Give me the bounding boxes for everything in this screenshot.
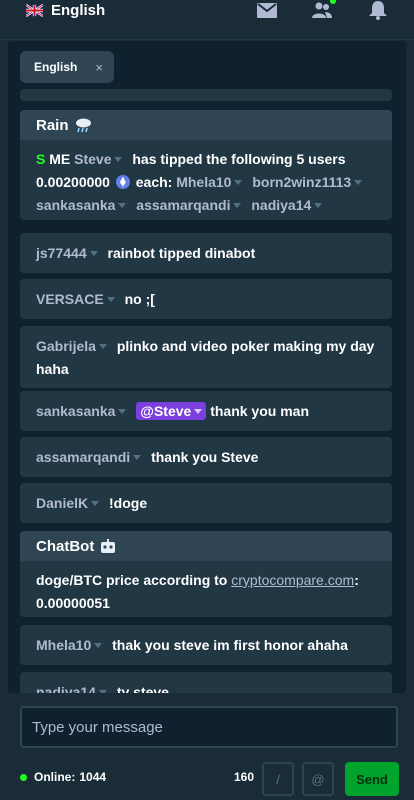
- chatbot-value: 0.00000051: [36, 595, 110, 611]
- message-text: rainbot tipped dinabot: [107, 245, 256, 261]
- robot-icon: [101, 538, 116, 553]
- chevron-down-icon: [234, 179, 243, 185]
- chatbot-text: doge/BTC price according to: [36, 572, 228, 588]
- bell-icon[interactable]: [367, 0, 389, 20]
- chevron-down-icon: [106, 296, 115, 302]
- recipient[interactable]: Mhela10: [176, 174, 231, 190]
- username[interactable]: Mhela10: [36, 637, 91, 653]
- close-tab-icon[interactable]: ×: [95, 60, 103, 75]
- chevron-down-icon: [133, 454, 142, 460]
- chevron-down-icon: [89, 250, 98, 256]
- chatbot-title: ChatBot: [36, 537, 95, 555]
- message-text: thak you steve im first honor ahaha: [112, 637, 348, 653]
- rank-badge: S: [36, 151, 46, 167]
- username[interactable]: DanielK: [36, 495, 88, 511]
- tab-english[interactable]: English ×: [20, 51, 114, 83]
- chatbot-colon: :: [354, 572, 359, 588]
- username[interactable]: VERSACE: [36, 291, 104, 307]
- chat-input[interactable]: Type your message: [20, 706, 398, 748]
- list-item: Gabrijela plinko and video poker making …: [20, 326, 392, 388]
- online-status: Online: 1044: [20, 770, 106, 784]
- language-label: English: [51, 1, 106, 19]
- message-text: thank you Steve: [151, 449, 259, 465]
- chat-input-placeholder: Type your message: [32, 718, 163, 736]
- rain-header: Rain: [20, 110, 392, 140]
- chevron-down-icon: [314, 202, 323, 208]
- list-item: VERSACE no ;[: [20, 279, 392, 319]
- username[interactable]: js77444: [36, 245, 87, 261]
- list-item: Mhela10 thak you steve im first honor ah…: [20, 625, 392, 665]
- message-text: thank you man: [210, 403, 309, 419]
- list-item: nadiya14 ty steve: [20, 672, 392, 693]
- friends-icon[interactable]: [311, 0, 336, 20]
- online-dot-icon: [20, 773, 27, 781]
- list-item: [20, 89, 392, 101]
- chatbot-header: ChatBot: [20, 531, 392, 561]
- chevron-down-icon: [118, 202, 127, 208]
- chat-footer: Online: 1044 160 / @ Send: [0, 760, 414, 796]
- mail-icon[interactable]: [256, 0, 278, 20]
- chevron-down-icon: [98, 343, 107, 349]
- chevron-down-icon: [354, 179, 363, 185]
- list-item: js77444 rainbot tipped dinabot: [20, 233, 392, 273]
- chevron-down-icon: [91, 500, 100, 506]
- recipient[interactable]: assamarqandi: [136, 197, 230, 213]
- commands-button[interactable]: /: [262, 762, 294, 796]
- message-text: ty steve: [116, 684, 169, 693]
- message-text: !doge: [109, 495, 148, 511]
- rain-title: Rain: [36, 116, 69, 134]
- list-item: DanielK !doge: [20, 483, 392, 523]
- uk-flag-icon: [26, 3, 43, 17]
- language-selector[interactable]: English: [26, 0, 105, 20]
- username[interactable]: Gabrijela: [36, 338, 96, 354]
- username[interactable]: sankasanka: [36, 403, 115, 419]
- tab-label: English: [34, 60, 78, 74]
- mention-tag[interactable]: @Steve: [136, 402, 207, 420]
- rain-message: S ME Steve has tipped the following 5 us…: [20, 140, 392, 220]
- me-tag: ME: [49, 151, 71, 167]
- message-text: no ;[: [124, 291, 155, 307]
- chevron-down-icon: [194, 408, 203, 414]
- mention-button[interactable]: @: [302, 762, 334, 796]
- send-button[interactable]: Send: [345, 762, 399, 796]
- ethereum-icon: [115, 174, 130, 189]
- rain-amount: 0.00200000: [36, 174, 110, 190]
- online-label: Online:: [34, 770, 76, 784]
- chevron-down-icon: [233, 202, 242, 208]
- list-item: assamarqandi thank you Steve: [20, 437, 392, 477]
- friends-online-indicator: [330, 0, 336, 4]
- chat-panel: English × Rain S ME Steve has tipped the…: [8, 41, 406, 693]
- rain-each: each:: [135, 174, 173, 190]
- online-count: 1044: [79, 770, 107, 784]
- username[interactable]: Steve: [74, 151, 111, 167]
- chevron-down-icon: [98, 689, 107, 693]
- rain-text: has tipped the following 5 users: [132, 151, 346, 167]
- username[interactable]: nadiya14: [36, 684, 96, 693]
- cryptocompare-link[interactable]: cryptocompare.com: [231, 572, 354, 588]
- recipient[interactable]: sankasanka: [36, 197, 115, 213]
- recipient[interactable]: born2winz1113: [252, 174, 351, 190]
- top-bar: English: [0, 0, 414, 40]
- recipient[interactable]: nadiya14: [251, 197, 311, 213]
- rain-cloud-icon: [75, 118, 91, 132]
- list-item: sankasanka @Steve thank you man: [20, 391, 392, 431]
- mention-label: @Steve: [140, 403, 192, 419]
- chevron-down-icon: [94, 642, 103, 648]
- username[interactable]: assamarqandi: [36, 449, 130, 465]
- chevron-down-icon: [118, 408, 127, 414]
- chevron-down-icon: [114, 156, 123, 162]
- chatbot-message: doge/BTC price according to cryptocompar…: [20, 561, 392, 617]
- char-count: 160: [234, 770, 255, 784]
